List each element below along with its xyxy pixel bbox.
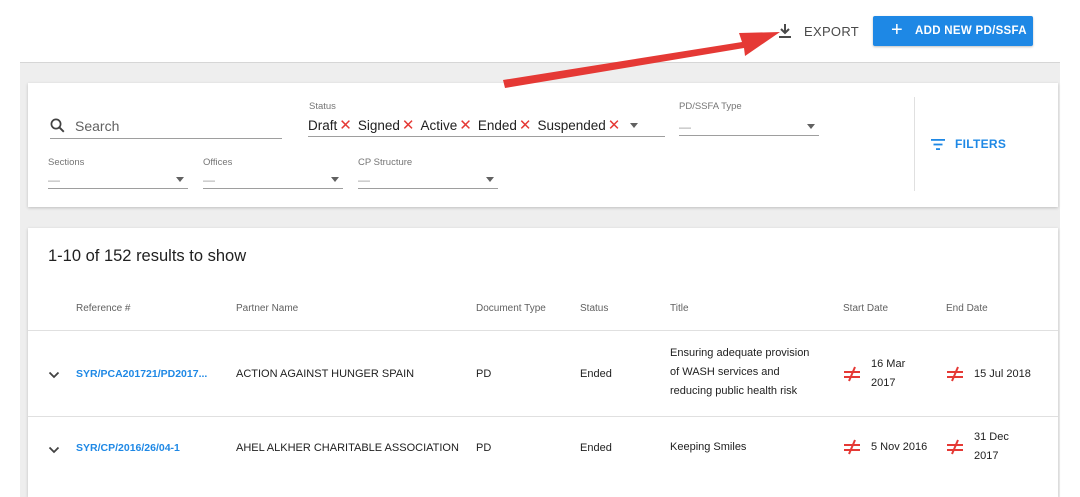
reference-link[interactable]: SYR/CP/2016/26/04-1 [76, 442, 180, 454]
status-chip[interactable]: Ended ✕ [478, 118, 532, 133]
status-value: Ended [580, 442, 612, 454]
column-header-partner-name[interactable]: Partner Name [236, 303, 298, 314]
results-panel: 1-10 of 152 results to show Reference # … [28, 228, 1058, 497]
start-date-line: 16 Mar [871, 358, 906, 370]
end-date-line: 2017 [974, 450, 999, 462]
start-date: 5 Nov 2016 [843, 439, 927, 455]
offices-label: Offices [203, 157, 233, 168]
title-value: Keeping Smiles [670, 438, 746, 457]
title-line: of WASH services and [670, 366, 780, 378]
column-header-document-type[interactable]: Document Type [476, 303, 546, 314]
start-date-line: 2017 [871, 377, 896, 389]
title-line: Ensuring adequate provision [670, 347, 810, 359]
reference-link[interactable]: SYR/PCA201721/PD2017... [76, 368, 207, 380]
add-new-label: ADD NEW PD/SSFA [914, 25, 1027, 37]
start-date-line: 5 Nov 2016 [871, 441, 928, 453]
offices-dropdown[interactable]: — [203, 171, 343, 189]
filter-divider [914, 97, 915, 191]
remove-chip-icon[interactable]: ✕ [459, 118, 472, 133]
remove-chip-icon[interactable]: ✕ [608, 118, 621, 133]
export-label: EXPORT [804, 23, 860, 39]
status-chip-label: Suspended [537, 118, 606, 133]
table-row[interactable]: SYR/PCA201721/PD2017... ACTION AGAINST H… [28, 331, 1058, 416]
remove-chip-icon[interactable]: ✕ [519, 118, 532, 133]
cp-structure-label: CP Structure [358, 157, 413, 168]
filters-button[interactable]: FILTERS [931, 137, 1006, 151]
column-header-reference[interactable]: Reference # [76, 303, 130, 314]
cp-structure-value: — [358, 172, 370, 187]
not-equal-icon [947, 366, 963, 382]
search-field [50, 113, 282, 139]
title-line: Keeping Smiles [670, 441, 747, 453]
end-date: 15 Jul 2018 [946, 366, 1031, 382]
column-header-start-date[interactable]: Start Date [843, 303, 888, 314]
status-chip-label: Active [420, 118, 458, 133]
chevron-down-icon [176, 177, 184, 182]
download-icon [779, 24, 791, 38]
pd-ssfa-type-label: PD/SSFA Type [679, 101, 742, 112]
table-row[interactable]: SYR/CP/2016/26/04-1 AHEL ALKHER CHARITAB… [28, 417, 1058, 497]
chevron-down-icon [630, 123, 639, 128]
status-chip-label: Signed [357, 118, 400, 133]
status-chip-label: Ended [477, 118, 517, 133]
status-chip[interactable]: Draft ✕ [308, 118, 352, 133]
cp-structure-dropdown[interactable]: — [358, 171, 498, 189]
sections-label: Sections [48, 157, 85, 168]
status-chip[interactable]: Suspended ✕ [537, 118, 620, 133]
sections-value: — [48, 172, 60, 187]
search-icon [50, 118, 65, 133]
add-new-pd-ssfa-button[interactable]: + ADD NEW PD/SSFA [873, 16, 1033, 46]
chevron-down-icon [486, 177, 494, 182]
chevron-down-icon[interactable] [48, 371, 60, 379]
status-chip-label: Draft [308, 118, 338, 133]
not-equal-icon [947, 439, 963, 455]
top-toolbar: EXPORT + ADD NEW PD/SSFA [0, 0, 1080, 60]
filter-lines-icon [931, 138, 945, 150]
pd-ssfa-type-value: — [679, 119, 691, 134]
chevron-down-icon[interactable] [48, 446, 60, 454]
partner-name: ACTION AGAINST HUNGER SPAIN [236, 368, 415, 380]
export-button[interactable]: EXPORT [778, 18, 859, 44]
end-date-line: 31 Dec [974, 431, 1009, 443]
title-value: Ensuring adequate provision of WASH serv… [670, 344, 809, 401]
partner-name: AHEL ALKHER CHARITABLE ASSOCIATION [236, 442, 459, 454]
status-chip[interactable]: Active ✕ [420, 118, 471, 133]
not-equal-icon [844, 366, 860, 382]
end-date-line: 15 Jul 2018 [974, 368, 1031, 380]
chevron-down-icon [331, 177, 339, 182]
remove-chip-icon[interactable]: ✕ [339, 118, 352, 133]
document-type: PD [476, 442, 492, 454]
offices-value: — [203, 172, 215, 187]
status-value: Ended [580, 368, 612, 380]
end-date: 31 Dec 2017 [946, 428, 1009, 466]
start-date: 16 Mar 2017 [843, 355, 905, 393]
column-header-title[interactable]: Title [670, 303, 689, 314]
results-count: 1-10 of 152 results to show [48, 247, 247, 265]
search-input[interactable] [75, 117, 265, 134]
pd-ssfa-type-dropdown[interactable]: — [679, 118, 819, 136]
sections-dropdown[interactable]: — [48, 171, 188, 189]
remove-chip-icon[interactable]: ✕ [402, 118, 415, 133]
status-label: Status [309, 101, 336, 112]
status-chip[interactable]: Signed ✕ [358, 118, 415, 133]
not-equal-icon [844, 439, 860, 455]
document-type: PD [476, 368, 492, 380]
column-header-status[interactable]: Status [580, 303, 608, 314]
status-multiselect[interactable]: Draft ✕ Signed ✕ Active ✕ Ended ✕ Suspended ✕ [308, 115, 665, 137]
title-line: reducing public health risk [670, 385, 798, 397]
filter-panel: Status Draft✕Signed✕Active✕Ended✕Suspend… [28, 83, 1058, 207]
plus-icon: + [891, 19, 903, 41]
chevron-down-icon [807, 124, 815, 129]
column-header-end-date[interactable]: End Date [946, 303, 988, 314]
filters-label: FILTERS [955, 137, 1007, 151]
